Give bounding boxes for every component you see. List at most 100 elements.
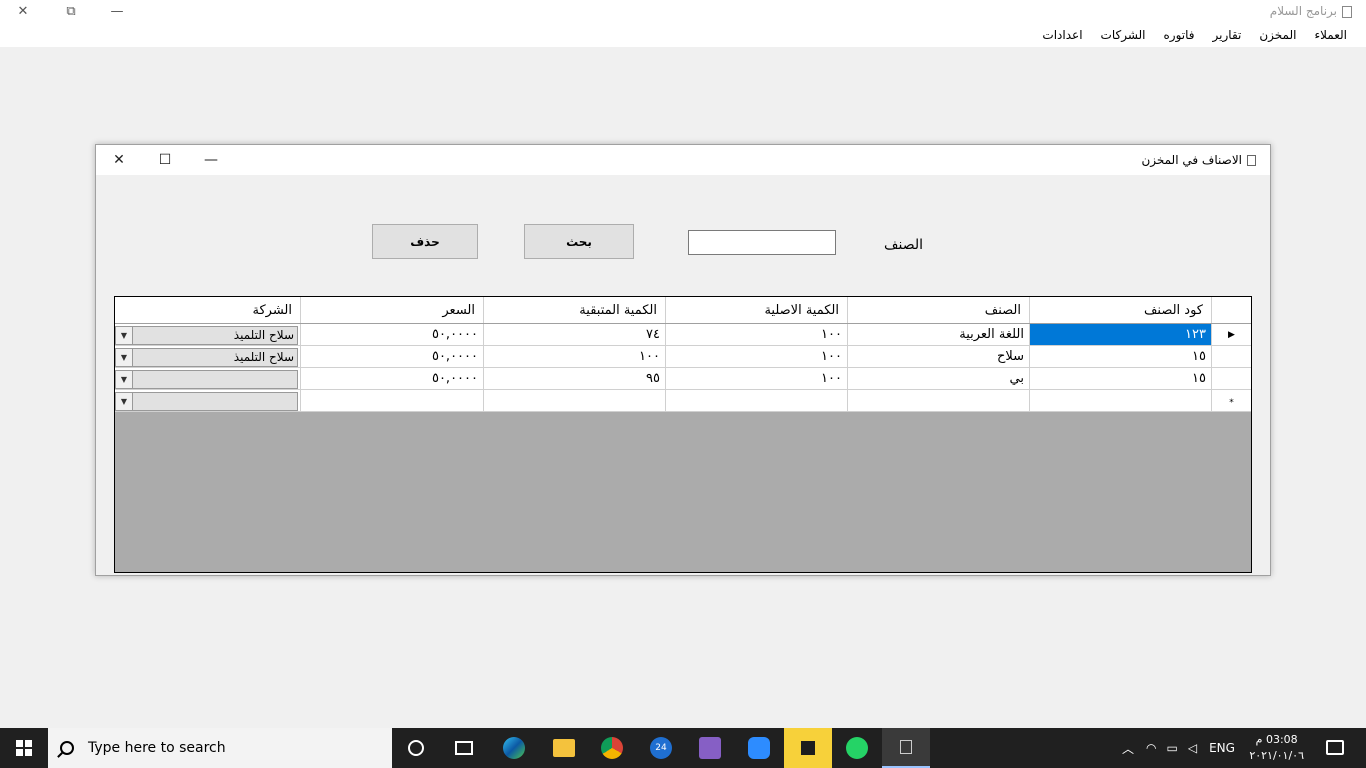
cell-remaining-qty[interactable]: ٩٥ bbox=[483, 368, 665, 389]
language-indicator[interactable]: ENG bbox=[1209, 741, 1235, 755]
grid-header: كود الصنف الصنف الكمية الاصلية الكمية ال… bbox=[115, 297, 1251, 324]
cell-code[interactable]: ١٥ bbox=[1029, 368, 1211, 389]
cortana-icon[interactable] bbox=[392, 728, 440, 768]
app-close-button[interactable]: ✕ bbox=[0, 0, 46, 23]
cell-code[interactable] bbox=[1029, 390, 1211, 411]
col-header-price[interactable]: السعر bbox=[300, 297, 483, 323]
form-close-button[interactable]: ✕ bbox=[96, 145, 142, 175]
menu-invoice[interactable]: فاتوره bbox=[1155, 28, 1204, 42]
notifications-icon[interactable] bbox=[1326, 740, 1344, 755]
form-minimize-button[interactable]: — bbox=[188, 145, 234, 175]
company-combo[interactable]: سلاح التلميذ ▼ bbox=[115, 348, 298, 367]
delete-button[interactable]: حذف bbox=[372, 224, 478, 259]
cell-item[interactable]: بي bbox=[847, 368, 1029, 389]
chevron-down-icon[interactable]: ▼ bbox=[116, 327, 133, 344]
file-explorer-icon[interactable] bbox=[540, 728, 588, 768]
menu-customers[interactable]: العملاء bbox=[1305, 28, 1356, 42]
cell-price[interactable]: ٥٠,٠٠٠٠ bbox=[300, 324, 483, 345]
menu-companies[interactable]: الشركات bbox=[1092, 28, 1155, 42]
search-button[interactable]: بحث bbox=[524, 224, 634, 259]
app-minimize-button[interactable]: — bbox=[94, 0, 140, 23]
edge-icon[interactable] bbox=[490, 728, 538, 768]
cell-price[interactable]: ٥٠,٠٠٠٠ bbox=[300, 346, 483, 367]
col-header-original-qty[interactable]: الكمية الاصلية bbox=[665, 297, 847, 323]
cell-company[interactable]: ▼ bbox=[115, 368, 300, 389]
cell-price[interactable]: ٥٠,٠٠٠٠ bbox=[300, 368, 483, 389]
form-title: الاصناف في المخزن bbox=[1141, 153, 1256, 167]
table-row-new[interactable]: * ▼ bbox=[115, 390, 1251, 412]
cell-original-qty[interactable]: ١٠٠ bbox=[665, 346, 847, 367]
taskbar-search[interactable]: Type here to search bbox=[48, 728, 392, 768]
table-row[interactable]: ١٥ بي ١٠٠ ٩٥ ٥٠,٠٠٠٠ ▼ bbox=[115, 368, 1251, 390]
chevron-up-icon[interactable]: ︿ bbox=[1122, 740, 1134, 757]
cell-original-qty[interactable]: ١٠٠ bbox=[665, 368, 847, 389]
cell-remaining-qty[interactable]: ٧٤ bbox=[483, 324, 665, 345]
start-button[interactable] bbox=[0, 728, 48, 768]
minimize-icon: — bbox=[110, 4, 124, 19]
visual-studio-icon[interactable] bbox=[686, 728, 734, 768]
volume-icon[interactable]: ◁ bbox=[1188, 741, 1197, 755]
clock-time: 03:08 م bbox=[1255, 733, 1298, 746]
form-icon bbox=[1247, 155, 1256, 166]
cell-code[interactable]: ١٢٣ bbox=[1029, 324, 1211, 345]
table-row[interactable]: ▶ ١٢٣ اللغة العربية ١٠٠ ٧٤ ٥٠,٠٠٠٠ سلاح … bbox=[115, 324, 1251, 346]
row-selector[interactable] bbox=[1211, 346, 1251, 367]
cell-item[interactable]: اللغة العربية bbox=[847, 324, 1029, 345]
cell-company[interactable]: سلاح التلميذ ▼ bbox=[115, 346, 300, 367]
col-header-remaining-qty[interactable]: الكمية المتبقية bbox=[483, 297, 665, 323]
items-grid[interactable]: كود الصنف الصنف الكمية الاصلية الكمية ال… bbox=[114, 296, 1252, 573]
maximize-icon: ☐ bbox=[158, 152, 172, 168]
row-header-corner bbox=[1211, 297, 1251, 323]
table-row[interactable]: ١٥ سلاح ١٠٠ ١٠٠ ٥٠,٠٠٠٠ سلاح التلميذ ▼ bbox=[115, 346, 1251, 368]
cell-item[interactable]: سلاح bbox=[847, 346, 1029, 367]
company-combo-value: سلاح التلميذ bbox=[233, 350, 294, 364]
items-window: ✕ ☐ — الاصناف في المخزن الصنف بحث حذف كو… bbox=[95, 144, 1271, 576]
item-label: الصنف bbox=[884, 237, 924, 253]
row-selector-icon[interactable]: ▶ bbox=[1211, 324, 1251, 345]
chevron-down-icon[interactable]: ▼ bbox=[116, 393, 133, 410]
cell-price[interactable] bbox=[300, 390, 483, 411]
new-row-icon[interactable]: * bbox=[1211, 390, 1251, 411]
task-view-icon[interactable] bbox=[440, 728, 488, 768]
salam-app-icon[interactable] bbox=[882, 728, 930, 768]
sticky-notes-icon[interactable] bbox=[784, 728, 832, 768]
chevron-down-icon[interactable]: ▼ bbox=[116, 371, 133, 388]
whatsapp-icon[interactable] bbox=[833, 728, 881, 768]
cell-company[interactable]: ▼ bbox=[115, 390, 300, 411]
app-badge-icon[interactable]: 24 bbox=[637, 728, 685, 768]
col-header-company[interactable]: الشركة bbox=[115, 297, 300, 323]
menu-reports[interactable]: تقارير bbox=[1204, 28, 1251, 42]
form-title-text: الاصناف في المخزن bbox=[1141, 153, 1242, 167]
cell-remaining-qty[interactable] bbox=[483, 390, 665, 411]
battery-icon[interactable]: ▭ bbox=[1167, 741, 1178, 755]
cell-code[interactable]: ١٥ bbox=[1029, 346, 1211, 367]
cell-item[interactable] bbox=[847, 390, 1029, 411]
taskbar-search-placeholder: Type here to search bbox=[88, 740, 226, 756]
clock-date: ٢٠٢١/٠١/٠٦ bbox=[1249, 749, 1304, 762]
menu-warehouse[interactable]: المخزن bbox=[1250, 28, 1305, 42]
form-maximize-button[interactable]: ☐ bbox=[142, 145, 188, 175]
company-combo-value: سلاح التلميذ bbox=[233, 328, 294, 342]
zoom-icon[interactable] bbox=[735, 728, 783, 768]
col-header-item[interactable]: الصنف bbox=[847, 297, 1029, 323]
app-restore-button[interactable]: ⧉ bbox=[48, 0, 94, 23]
company-combo[interactable]: ▼ bbox=[115, 370, 298, 389]
col-header-code[interactable]: كود الصنف bbox=[1029, 297, 1211, 323]
row-selector[interactable] bbox=[1211, 368, 1251, 389]
company-combo[interactable]: سلاح التلميذ ▼ bbox=[115, 326, 298, 345]
search-icon bbox=[60, 741, 74, 755]
item-search-input[interactable] bbox=[688, 230, 836, 255]
cell-remaining-qty[interactable]: ١٠٠ bbox=[483, 346, 665, 367]
app-titlebar: ✕ ⧉ — برنامج السلام bbox=[0, 0, 1366, 23]
cell-original-qty[interactable]: ١٠٠ bbox=[665, 324, 847, 345]
clock[interactable]: 03:08 م ٢٠٢١/٠١/٠٦ bbox=[1249, 732, 1304, 764]
chevron-down-icon[interactable]: ▼ bbox=[116, 349, 133, 366]
company-combo[interactable]: ▼ bbox=[115, 392, 298, 411]
chrome-icon[interactable] bbox=[588, 728, 636, 768]
cell-original-qty[interactable] bbox=[665, 390, 847, 411]
app-title-text: برنامج السلام bbox=[1269, 4, 1337, 18]
menu-settings[interactable]: اعدادات bbox=[1033, 28, 1091, 42]
cell-company[interactable]: سلاح التلميذ ▼ bbox=[115, 324, 300, 345]
taskbar: Type here to search 24 ︿ ◠ ▭ ◁ ENG 03:08… bbox=[0, 728, 1366, 768]
wifi-icon[interactable]: ◠ bbox=[1146, 741, 1156, 755]
